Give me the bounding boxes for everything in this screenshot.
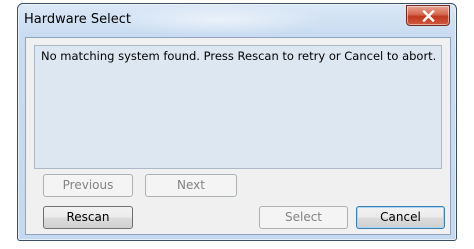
dialog-client-area: No matching system found. Press Rescan t…: [25, 37, 451, 235]
status-message: No matching system found. Press Rescan t…: [41, 49, 437, 63]
rescan-button[interactable]: Rescan: [43, 206, 133, 229]
message-panel: No matching system found. Press Rescan t…: [34, 45, 442, 169]
close-button[interactable]: [406, 5, 450, 26]
cancel-button[interactable]: Cancel: [356, 206, 445, 229]
hardware-select-dialog: Hardware Select No matching system found…: [17, 3, 457, 241]
close-x-icon: [421, 9, 435, 22]
title-bar-glow: [108, 4, 328, 36]
select-button[interactable]: Select: [259, 206, 348, 229]
dialog-title: Hardware Select: [24, 12, 132, 27]
previous-button[interactable]: Previous: [43, 174, 133, 197]
next-button[interactable]: Next: [145, 174, 237, 197]
